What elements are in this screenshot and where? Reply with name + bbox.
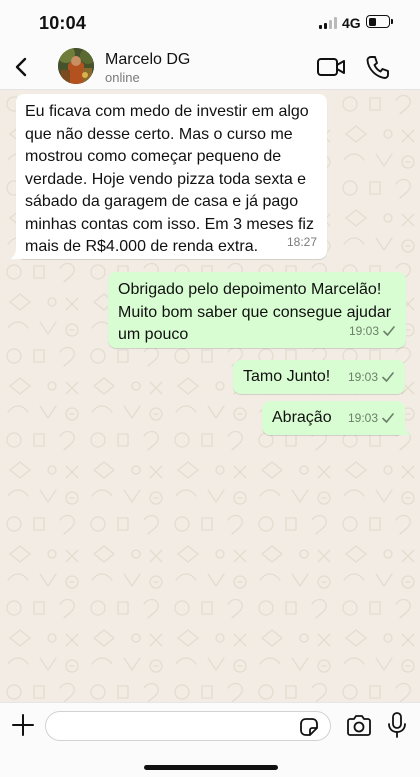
video-call-button[interactable] bbox=[315, 54, 347, 80]
message-line: minhas contas com isso. Em 3 meses fiz bbox=[25, 215, 314, 233]
message-text: Eu ficava com medo de investir em algo q… bbox=[25, 101, 317, 259]
message-line: sábado da garagem de casa e já pago bbox=[25, 193, 299, 210]
voice-call-button[interactable] bbox=[364, 53, 392, 81]
back-button[interactable] bbox=[8, 52, 36, 82]
battery-icon bbox=[366, 15, 393, 28]
message-line: mais de R$4.000 de renda extra. bbox=[25, 238, 259, 255]
status-bar: 10:04 4G bbox=[0, 0, 420, 44]
message-time: 18:27 bbox=[286, 234, 317, 249]
single-check-icon bbox=[382, 412, 394, 423]
contact-name[interactable]: Marcelo DG bbox=[105, 51, 190, 69]
message-meta: 18:27 bbox=[287, 231, 317, 254]
message-bubble-outgoing[interactable]: Obrigado pelo depoimento Marcelão! Muito… bbox=[108, 272, 406, 348]
contact-status: online bbox=[105, 70, 140, 85]
input-bar bbox=[0, 702, 420, 777]
message-line: Obrigado pelo depoimento Marcelão! bbox=[118, 281, 382, 298]
bubble-tail bbox=[399, 423, 411, 435]
phone-icon bbox=[366, 56, 389, 79]
chat-header: Marcelo DG online bbox=[0, 44, 420, 90]
sticker-icon bbox=[300, 718, 318, 736]
message-meta: 19:03 bbox=[349, 320, 396, 343]
sticker-button[interactable] bbox=[297, 715, 321, 739]
plus-icon bbox=[12, 714, 34, 736]
attach-button[interactable] bbox=[10, 712, 36, 738]
camera-button[interactable] bbox=[345, 714, 373, 738]
microphone-button[interactable] bbox=[386, 711, 408, 741]
message-line: Eu ficava com medo de investir em algo bbox=[25, 103, 309, 120]
video-camera-icon bbox=[317, 58, 345, 76]
message-time: 19:03 bbox=[348, 323, 379, 338]
message-bubble-incoming[interactable]: Eu ficava com medo de investir em algo q… bbox=[10, 94, 327, 259]
message-bubble-outgoing[interactable]: Abração 19:03 bbox=[262, 401, 411, 435]
message-line: verdade. Hoje vendo pizza toda sexta e bbox=[25, 170, 307, 188]
contact-photo bbox=[58, 48, 94, 84]
single-check-icon bbox=[382, 371, 394, 382]
chevron-left-icon bbox=[15, 57, 27, 77]
message-line: mostrou como começar pequeno de bbox=[25, 148, 282, 165]
message-line: que não desse certo. Mas o curso me bbox=[25, 125, 293, 143]
message-meta: 19:03 bbox=[348, 366, 395, 389]
bubble-tail bbox=[10, 247, 22, 259]
single-check-icon bbox=[383, 325, 395, 336]
network-type: 4G bbox=[342, 15, 361, 31]
camera-icon bbox=[347, 715, 371, 736]
avatar[interactable] bbox=[58, 48, 94, 84]
cellular-signal-icon bbox=[319, 17, 337, 29]
chat-area[interactable]: Eu ficava com medo de investir em algo q… bbox=[0, 90, 420, 702]
message-input[interactable] bbox=[45, 711, 331, 741]
message-bubble-outgoing[interactable]: Tamo Junto! 19:03 bbox=[233, 360, 405, 394]
microphone-icon bbox=[388, 712, 406, 738]
message-time: 19:03 bbox=[347, 369, 378, 384]
message-time: 19:03 bbox=[347, 410, 378, 425]
home-indicator bbox=[144, 765, 278, 770]
status-time: 10:04 bbox=[39, 13, 87, 33]
message-meta: 19:03 bbox=[348, 407, 395, 430]
